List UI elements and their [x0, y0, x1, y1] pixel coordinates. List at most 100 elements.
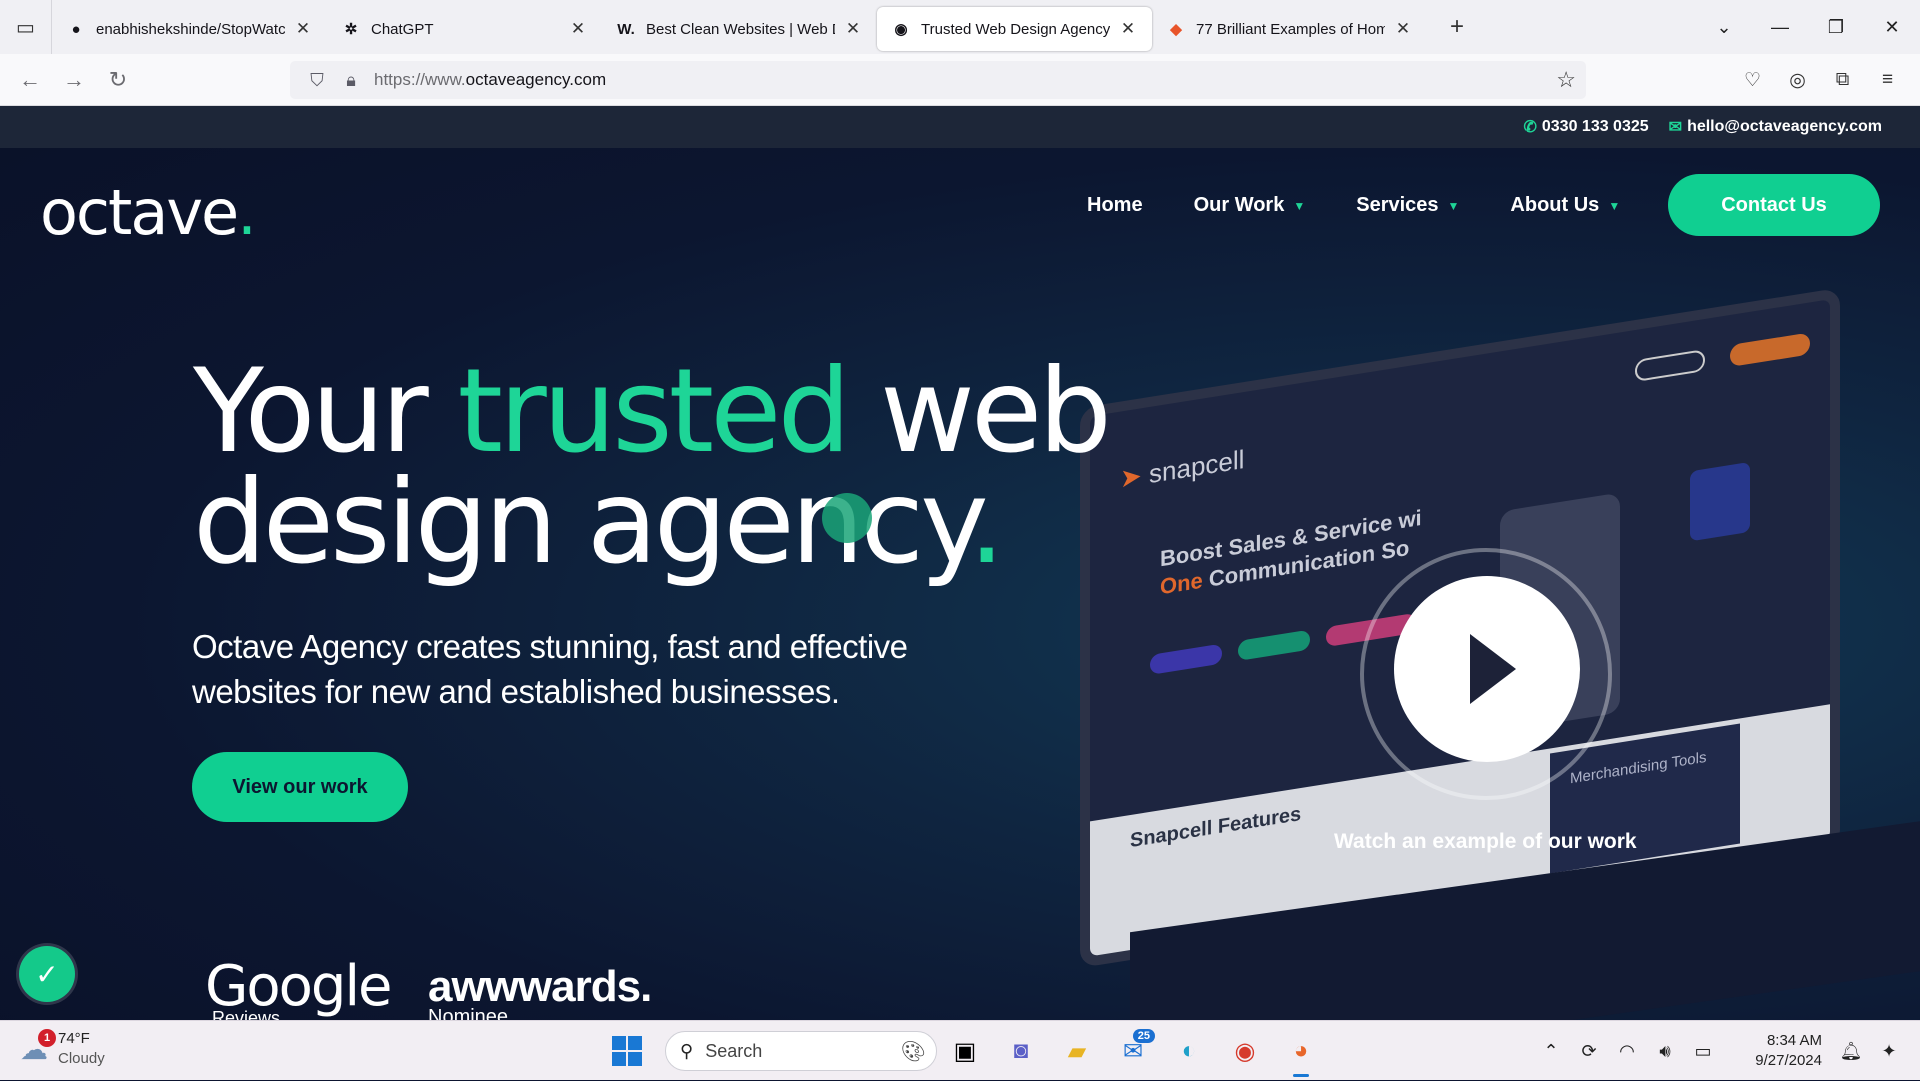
- phone-link[interactable]: ✆ 0330 133 0325: [1523, 117, 1648, 137]
- weather-temp: 74°F: [58, 1030, 90, 1047]
- tab-hubspot[interactable]: ◆ 77 Brilliant Examples of Homep ✕: [1152, 7, 1427, 51]
- extensions-icon[interactable]: ⧉: [1820, 69, 1865, 91]
- menu-services[interactable]: Services ▼: [1356, 194, 1459, 217]
- tab-title: ChatGPT: [371, 20, 434, 38]
- cloud-icon: ☁ 1: [20, 1028, 56, 1066]
- w-icon: W.: [617, 20, 635, 38]
- mockup-logo: ➤ snapcell: [1120, 443, 1245, 494]
- tab-list-icon[interactable]: ▭: [0, 0, 52, 54]
- copilot-icon[interactable]: ✦: [1870, 1041, 1908, 1062]
- taskbar-apps: ⚲ Search 🎨︎ ▣ ◙ ▰ ✉ 25 ◐ ◉ ◕: [605, 1029, 1329, 1077]
- mail-icon[interactable]: ✉ 25: [1105, 1029, 1161, 1073]
- browser-nav-bar: ← → ↻ ⛉ 🔒︎ https://www.octaveagency.com …: [0, 54, 1920, 106]
- date: 9/27/2024: [1755, 1052, 1822, 1069]
- new-tab-icon[interactable]: +: [1437, 13, 1477, 41]
- google-reviews-label: Reviews: [212, 1008, 281, 1020]
- bookmark-star-icon[interactable]: ☆: [1556, 67, 1576, 93]
- menu-icon[interactable]: ≡: [1865, 69, 1910, 91]
- view-our-work-button[interactable]: View our work: [192, 752, 408, 822]
- volume-icon[interactable]: 🔊︎: [1646, 1041, 1684, 1062]
- file-explorer-icon[interactable]: ▰: [1049, 1029, 1105, 1073]
- taskbar-search[interactable]: ⚲ Search 🎨︎: [665, 1031, 937, 1071]
- chrome-icon[interactable]: ◉: [1217, 1029, 1273, 1073]
- list-all-tabs-icon[interactable]: ⌄: [1696, 17, 1752, 38]
- play-icon: [1470, 634, 1516, 704]
- close-tab-icon[interactable]: ✕: [843, 19, 863, 39]
- taskbar: ☁ 1 74°F Cloudy ⚲ Search 🎨︎ ▣ ◙ ▰ ✉ 25 ◐ ◉ …: [0, 1020, 1920, 1080]
- task-view-icon[interactable]: ▣: [937, 1029, 993, 1073]
- mockup-headline: Boost Sales & Service wi One Communicatio…: [1160, 504, 1422, 600]
- email-link[interactable]: ✉ hello@octaveagency.com: [1669, 117, 1882, 137]
- teams-icon[interactable]: ◙: [993, 1029, 1049, 1073]
- tab-title: Trusted Web Design Agency | O: [921, 20, 1110, 38]
- clock[interactable]: 8:34 AM 9/27/2024: [1722, 1031, 1822, 1071]
- mockup-demo-button: [1730, 332, 1810, 368]
- chevron-down-icon: ▼: [1293, 198, 1306, 213]
- github-icon: ●: [71, 20, 81, 38]
- accessibility-badge-icon[interactable]: ✓: [19, 946, 75, 1002]
- mail-count-badge: 25: [1132, 1029, 1155, 1043]
- tab-best-clean-websites[interactable]: W. Best Clean Websites | Web Desi ✕: [602, 7, 877, 51]
- edge-icon[interactable]: ◐: [1161, 1029, 1217, 1073]
- mockup-feature-tile: [1690, 461, 1750, 542]
- menu-home[interactable]: Home: [1087, 194, 1143, 217]
- close-window-icon[interactable]: ✕: [1864, 17, 1920, 38]
- video-caption: Watch an example of our work: [1334, 830, 1637, 853]
- tab-github[interactable]: ● enabhishekshinde/StopWatch ✕: [52, 7, 327, 51]
- search-placeholder: Search: [705, 1040, 763, 1061]
- awwwards-logo: awwwards.: [428, 962, 652, 1011]
- mockup-pill: [1150, 643, 1222, 675]
- browser-tab-bar: ▭ ● enabhishekshinde/StopWatch ✕ ✲ ChatG…: [0, 0, 1920, 54]
- close-tab-icon[interactable]: ✕: [1118, 19, 1138, 39]
- notification-bell-icon[interactable]: 🔔︎: [1832, 1041, 1870, 1062]
- octave-icon: ◉: [894, 21, 908, 38]
- cursor-highlight: [822, 493, 872, 543]
- website-viewport: ✆ 0330 133 0325 ✉ hello@octaveagency.com o…: [0, 106, 1920, 1020]
- phone-icon: ✆: [1523, 119, 1537, 136]
- pocket-icon[interactable]: ♡: [1730, 69, 1775, 92]
- weather-desc: Cloudy: [58, 1050, 105, 1067]
- wifi-icon[interactable]: ◠: [1608, 1041, 1646, 1062]
- tab-chatgpt[interactable]: ✲ ChatGPT ✕: [327, 7, 602, 51]
- time: 8:34 AM: [1766, 1032, 1822, 1049]
- system-tray: ⌃ ⟳ ◠ 🔊︎ ▭ 8:34 AM 9/27/2024 🔔︎ ✦: [1532, 1021, 1920, 1081]
- sync-icon[interactable]: ⟳: [1570, 1041, 1608, 1062]
- address-bar[interactable]: ⛉ 🔒︎ https://www.octaveagency.com ☆: [290, 61, 1586, 99]
- windows-start-icon[interactable]: [605, 1029, 649, 1073]
- notification-badge: 1: [38, 1028, 56, 1047]
- octave-logo[interactable]: octave.: [40, 176, 257, 249]
- firefox-icon[interactable]: ◕: [1273, 1029, 1329, 1077]
- mockup-pill: [1238, 629, 1310, 661]
- battery-icon[interactable]: ▭: [1684, 1041, 1722, 1062]
- tab-title: 77 Brilliant Examples of Homep: [1196, 20, 1385, 38]
- menu-our-work[interactable]: Our Work ▼: [1194, 194, 1306, 217]
- contact-strip: ✆ 0330 133 0325 ✉ hello@octaveagency.com: [0, 106, 1920, 148]
- chevron-up-icon[interactable]: ⌃: [1532, 1041, 1570, 1062]
- reload-icon[interactable]: ↻: [96, 67, 140, 93]
- search-highlight-icon: 🎨︎: [900, 1040, 926, 1063]
- search-icon: ⚲: [680, 1040, 694, 1061]
- tab-title: enabhishekshinde/StopWatch: [96, 20, 285, 38]
- account-icon[interactable]: ◎: [1775, 69, 1820, 92]
- weather-widget[interactable]: ☁ 1 74°F Cloudy: [20, 1028, 105, 1069]
- forward-icon[interactable]: →: [52, 67, 96, 93]
- main-menu: Home Our Work ▼ Services ▼ About Us ▼: [1087, 194, 1671, 217]
- play-video-button[interactable]: [1394, 576, 1580, 762]
- chevron-down-icon: ▼: [1447, 198, 1460, 213]
- tab-octave[interactable]: ◉ Trusted Web Design Agency | O ✕: [877, 7, 1152, 51]
- close-tab-icon[interactable]: ✕: [293, 19, 313, 39]
- back-icon[interactable]: ←: [8, 67, 52, 93]
- mockup-quote-button: [1635, 349, 1705, 383]
- restore-icon[interactable]: ❐: [1808, 17, 1864, 38]
- shield-icon[interactable]: ⛉: [300, 70, 334, 91]
- lock-icon[interactable]: 🔒︎: [334, 70, 368, 91]
- minimize-icon[interactable]: —: [1752, 17, 1808, 38]
- hubspot-icon: ◆: [1170, 21, 1182, 38]
- url-text[interactable]: https://www.octaveagency.com: [374, 70, 606, 90]
- hero-heading: Your trusted web design agency.: [193, 344, 1112, 590]
- tab-title: Best Clean Websites | Web Desi: [646, 20, 835, 38]
- mail-icon: ✉: [1668, 119, 1683, 136]
- close-tab-icon[interactable]: ✕: [1393, 19, 1413, 39]
- close-tab-icon[interactable]: ✕: [568, 19, 588, 39]
- awwwards-label: Nominee: [428, 1006, 509, 1020]
